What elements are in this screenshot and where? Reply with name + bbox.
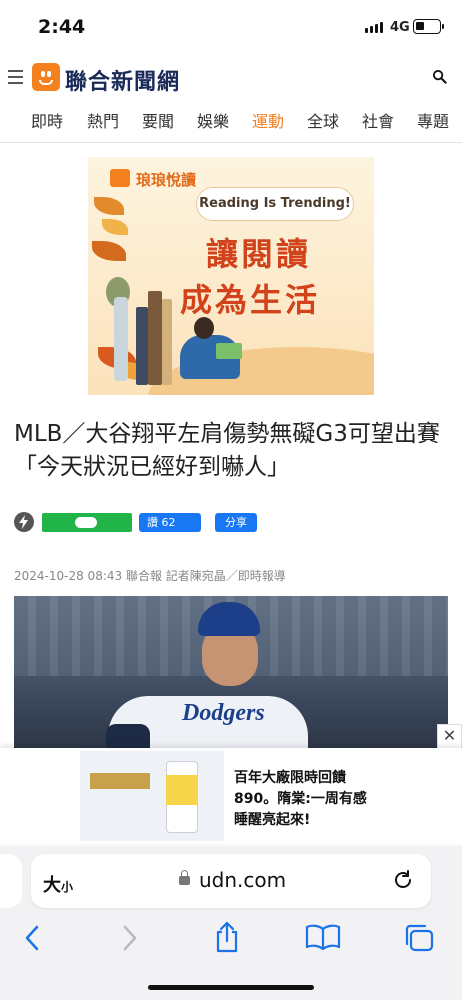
- bookmarks-icon[interactable]: [305, 923, 341, 951]
- url-host: udn.com: [199, 868, 287, 892]
- tab-instant[interactable]: 即時: [31, 108, 63, 132]
- share-icon[interactable]: [212, 920, 242, 954]
- banner-headline-2: 成為生活: [180, 281, 321, 319]
- leaf-decoration: [94, 197, 124, 215]
- site-header: 聯合新聞網: [0, 58, 462, 98]
- bolt-icon[interactable]: [14, 512, 34, 532]
- network-label: 4G: [390, 20, 410, 35]
- home-indicator: [148, 985, 314, 990]
- nav-divider: [0, 142, 462, 143]
- close-ad-button[interactable]: ✕: [437, 724, 462, 749]
- status-time: 2:44: [38, 16, 86, 38]
- book-icon: [148, 291, 162, 385]
- banner-headline-1: 讓閱讀: [206, 235, 312, 273]
- previous-tab-card[interactable]: [0, 854, 22, 908]
- tab-headlines[interactable]: 要聞: [142, 108, 174, 132]
- ad-line-2: 890。隋棠:一周有感: [234, 791, 367, 807]
- menu-icon[interactable]: [8, 70, 23, 88]
- tab-sports[interactable]: 運動: [252, 108, 284, 132]
- nav-toolbar: [0, 918, 462, 958]
- tabs-icon[interactable]: [402, 922, 436, 954]
- share-row: 讚 62 分享: [14, 511, 454, 533]
- ad-tag: [90, 773, 150, 789]
- reading-banner-ad[interactable]: 琅琅悅讀 Reading Is Trending! 讓閱讀 成為生活: [88, 157, 374, 395]
- book-icon: [162, 299, 172, 385]
- forward-icon[interactable]: [120, 924, 140, 952]
- ad-product-image: [80, 751, 224, 841]
- facebook-like-button[interactable]: 讚 62: [139, 513, 201, 532]
- battery-icon: [413, 19, 444, 34]
- category-nav: 即時 熱門 要聞 娛樂 運動 全球 社會 專題: [0, 108, 462, 138]
- article-title: MLB／大谷翔平左肩傷勢無礙G3可望出賽 「今天狀況已經好到嚇人」: [14, 421, 440, 480]
- book-icon: [216, 343, 242, 359]
- lock-icon: [179, 870, 190, 885]
- article-photo: Dodgers: [14, 596, 448, 756]
- address-bar[interactable]: 大小 udn.com: [31, 854, 431, 908]
- back-icon[interactable]: [22, 924, 42, 952]
- browser-toolbar: 大小 udn.com: [0, 846, 462, 1000]
- leaf-decoration: [102, 219, 128, 235]
- text-size-small: 小: [61, 880, 74, 894]
- brand-logo-icon: [110, 169, 130, 187]
- tab-society[interactable]: 社會: [362, 108, 394, 132]
- reader-settings-button[interactable]: 大小: [43, 871, 73, 897]
- leaf-decoration: [92, 241, 126, 261]
- text-size-large: 大: [43, 875, 61, 896]
- facebook-share-button[interactable]: 分享: [215, 513, 257, 532]
- search-icon[interactable]: [432, 69, 447, 84]
- banner-brand: 琅琅悅讀: [136, 171, 197, 189]
- jersey-lettering: Dodgers: [182, 700, 265, 726]
- tab-global[interactable]: 全球: [307, 108, 339, 132]
- banner-bubble: Reading Is Trending!: [196, 187, 354, 221]
- tab-popular[interactable]: 熱門: [87, 108, 119, 132]
- article-meta: 2024-10-28 08:43 聯合報 記者陳宛晶／即時報導: [14, 569, 286, 583]
- ad-line-1: 百年大廠限時回饋: [234, 770, 346, 786]
- status-bar: 2:44 4G: [0, 0, 462, 54]
- signal-icon: [365, 22, 383, 33]
- line-share-button[interactable]: [42, 513, 132, 532]
- udn-logo-icon[interactable]: [32, 63, 60, 91]
- tab-entertainment[interactable]: 娛樂: [197, 108, 229, 132]
- floating-ad[interactable]: 百年大廠限時回饋 890。隋棠:一周有感 睡醒亮起來!: [0, 748, 462, 844]
- ad-text: 百年大廠限時回饋 890。隋棠:一周有感 睡醒亮起來!: [234, 768, 367, 831]
- tab-features[interactable]: 專題: [417, 108, 449, 132]
- book-icon: [136, 307, 148, 385]
- bottle-label: [166, 775, 198, 805]
- bottle-icon: [114, 297, 128, 381]
- reload-icon[interactable]: [391, 868, 415, 892]
- ad-line-3: 睡醒亮起來!: [234, 812, 311, 828]
- site-logo-text[interactable]: 聯合新聞網: [65, 64, 180, 96]
